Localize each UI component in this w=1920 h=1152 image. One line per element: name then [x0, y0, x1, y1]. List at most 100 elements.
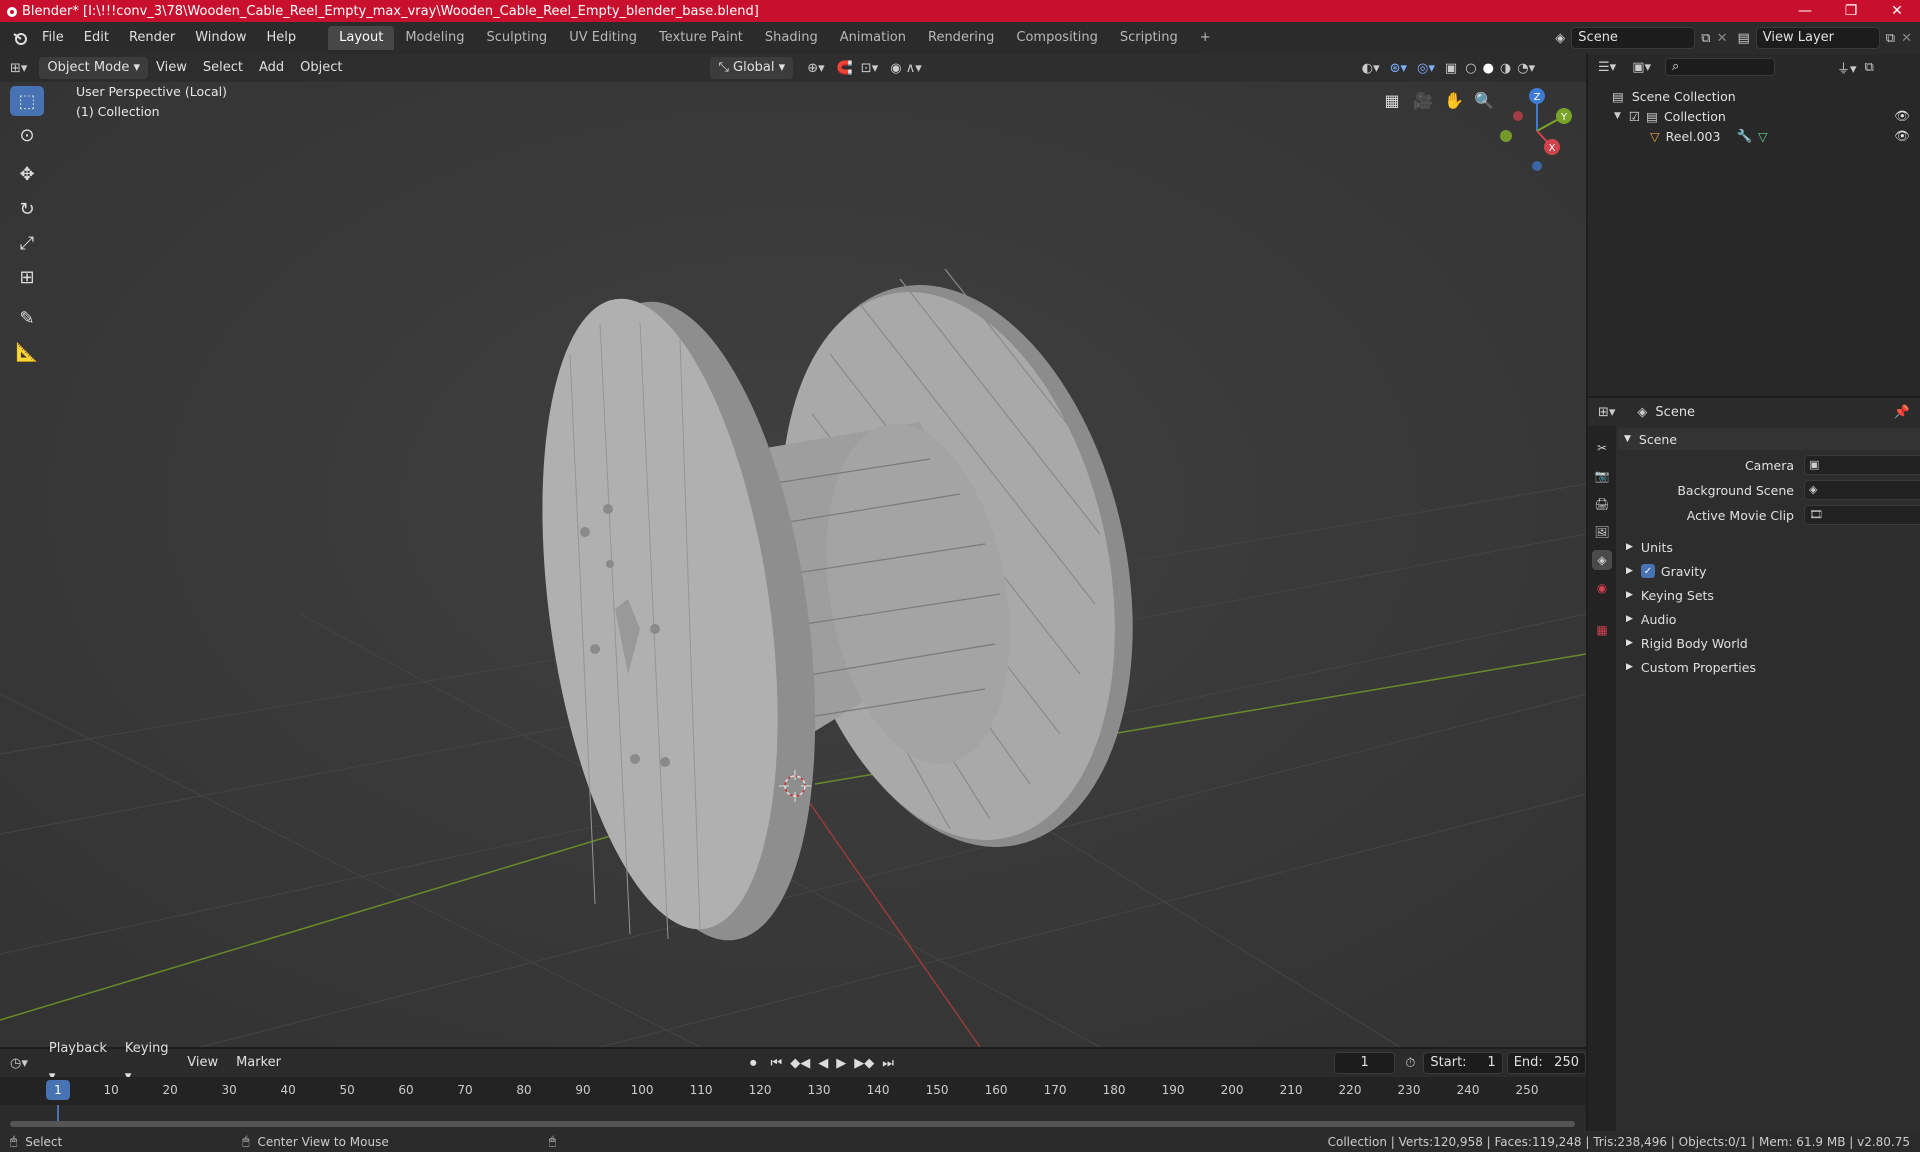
outliner-display-icon[interactable]: ▣▾: [1632, 60, 1651, 75]
gizmo-toggle-icon[interactable]: ⊛▾: [1390, 61, 1407, 76]
toggle-ortho-icon[interactable]: ▦: [1378, 86, 1406, 114]
units-section[interactable]: ▶ Units: [1618, 536, 1918, 558]
orientation-selector[interactable]: ⤡ Global ▾: [710, 57, 794, 79]
new-collection-icon[interactable]: ⧉: [1865, 60, 1874, 75]
pivot-icon[interactable]: ⊕▾: [807, 61, 824, 76]
rigid-body-world-section[interactable]: ▶ Rigid Body World: [1618, 632, 1918, 654]
tab-shading[interactable]: Shading: [754, 26, 829, 50]
view-layer-icon[interactable]: ▤: [1738, 31, 1750, 46]
delete-scene-icon[interactable]: ✕: [1717, 31, 1728, 46]
timeline-menu-view[interactable]: View: [178, 1049, 227, 1077]
stopwatch-icon[interactable]: ⏱: [1405, 1056, 1415, 1071]
viewport-menu-add[interactable]: Add: [251, 54, 292, 82]
viewport-scene[interactable]: [0, 54, 1586, 1047]
cursor-tool[interactable]: ⊙: [10, 120, 44, 150]
render-tab-icon[interactable]: 📷: [1592, 466, 1612, 486]
tab-rendering[interactable]: Rendering: [917, 26, 1005, 50]
menu-file[interactable]: File: [32, 22, 74, 54]
scene-field[interactable]: Scene: [1571, 27, 1696, 49]
texture-tab-icon[interactable]: ▦: [1592, 620, 1612, 640]
timeline-editor-icon[interactable]: ◷▾: [10, 1056, 28, 1071]
custom-properties-section[interactable]: ▶ Custom Properties: [1618, 656, 1918, 678]
viewport-menu-object[interactable]: Object: [292, 54, 350, 82]
expand-toggle-icon[interactable]: ▼: [1614, 111, 1621, 121]
mode-selector[interactable]: Object Mode ▾: [39, 57, 148, 79]
shading-solid-icon[interactable]: ●: [1483, 61, 1494, 76]
outliner-row-object[interactable]: ▽ Reel.003 🔧 ▽ 👁: [1588, 126, 1920, 146]
outliner-editor-icon[interactable]: ☰▾: [1598, 60, 1616, 75]
collection-checkbox-icon[interactable]: ☑: [1629, 109, 1640, 124]
gravity-section[interactable]: ▶ ✓ Gravity: [1618, 560, 1918, 582]
shading-wireframe-icon[interactable]: ○: [1465, 61, 1476, 76]
tab-compositing[interactable]: Compositing: [1005, 26, 1109, 50]
timeline-scrollbar[interactable]: [10, 1121, 1575, 1127]
tool-tab-icon[interactable]: ✂: [1592, 438, 1612, 458]
snap-icon[interactable]: 🧲: [837, 61, 853, 76]
jump-end-button[interactable]: ⏭: [882, 1056, 894, 1071]
snap-target-icon[interactable]: ⊡▾: [861, 61, 878, 76]
scene-panel-header[interactable]: ▼ Scene: [1618, 428, 1920, 450]
view-layer-field[interactable]: View Layer: [1755, 27, 1880, 49]
output-tab-icon[interactable]: 🖨: [1592, 494, 1612, 514]
record-button[interactable]: ⏺: [750, 1056, 757, 1071]
tab-modeling[interactable]: Modeling: [394, 26, 475, 50]
3d-viewport[interactable]: ⊞▾ Object Mode ▾ View Select Add Object …: [0, 54, 1586, 1047]
camera-view-icon[interactable]: 🎥: [1409, 86, 1437, 114]
viewport-menu-view[interactable]: View: [148, 54, 195, 82]
object-visibility-eye-icon[interactable]: 👁: [1894, 128, 1910, 144]
transform-tool[interactable]: ⊞: [10, 262, 44, 292]
add-workspace-button[interactable]: +: [1189, 26, 1222, 50]
next-keyframe-button[interactable]: ▶◆: [854, 1056, 874, 1071]
tab-uv-editing[interactable]: UV Editing: [558, 26, 648, 50]
mesh-data-icon[interactable]: ▽: [1758, 129, 1768, 144]
new-scene-icon[interactable]: ⧉: [1701, 31, 1710, 46]
movie-clip-field[interactable]: 🎞: [1804, 505, 1920, 525]
pan-view-icon[interactable]: ✋: [1440, 86, 1468, 114]
menu-render[interactable]: Render: [119, 22, 185, 54]
delete-view-layer-icon[interactable]: ✕: [1901, 31, 1912, 46]
audio-section[interactable]: ▶ Audio: [1618, 608, 1918, 630]
pin-icon[interactable]: 📌: [1894, 405, 1910, 420]
visibility-icon[interactable]: ◐▾: [1362, 61, 1380, 76]
frame-ruler[interactable]: 1 10 20 30 40 50 60 70 80 90 100 110 120 130 140 150 160…: [0, 1077, 1586, 1105]
xray-icon[interactable]: ▣: [1445, 61, 1457, 76]
current-frame-field[interactable]: 1: [1333, 1052, 1396, 1074]
tab-layout[interactable]: Layout: [328, 26, 395, 50]
minimize-button[interactable]: —: [1782, 0, 1828, 22]
end-frame-field[interactable]: End: 250: [1506, 1052, 1586, 1074]
collection-visibility-eye-icon[interactable]: 👁: [1894, 108, 1910, 124]
timeline-menu-marker[interactable]: Marker: [227, 1049, 290, 1077]
move-tool[interactable]: ✥: [10, 159, 44, 189]
editor-type-icon[interactable]: ⊞▾: [10, 61, 27, 76]
modifier-wrench-icon[interactable]: 🔧: [1736, 128, 1752, 144]
keying-sets-section[interactable]: ▶ Keying Sets: [1618, 584, 1918, 606]
jump-start-button[interactable]: ⏮: [771, 1056, 783, 1071]
scene-tab-icon[interactable]: ◈: [1592, 550, 1612, 570]
proportional-icon[interactable]: ◉ ∧▾: [890, 61, 922, 76]
maximize-button[interactable]: ❐: [1828, 0, 1874, 22]
world-tab-icon[interactable]: ◉: [1592, 578, 1612, 598]
select-box-tool[interactable]: ⬚: [10, 86, 44, 116]
rotate-tool[interactable]: ↻: [10, 194, 44, 224]
play-button[interactable]: ▶: [836, 1056, 846, 1071]
measure-tool[interactable]: 📐: [10, 337, 44, 367]
shading-rendered-icon[interactable]: ◔▾: [1517, 61, 1535, 76]
filter-icon[interactable]: ⏚▾: [1837, 58, 1857, 77]
background-scene-field[interactable]: ◈: [1804, 480, 1920, 500]
blender-menu-icon[interactable]: [12, 30, 28, 46]
play-reverse-button[interactable]: ◀: [818, 1056, 828, 1071]
outliner-row-scene-collection[interactable]: ▤ Scene Collection: [1588, 86, 1920, 106]
tab-sculpting[interactable]: Sculpting: [475, 26, 558, 50]
shading-material-icon[interactable]: ◑: [1500, 61, 1511, 76]
scene-icon[interactable]: ◈: [1555, 31, 1565, 46]
prev-keyframe-button[interactable]: ◆◀: [790, 1056, 810, 1071]
viewport-menu-select[interactable]: Select: [195, 54, 251, 82]
zoom-view-icon[interactable]: 🔍: [1470, 86, 1498, 114]
new-view-layer-icon[interactable]: ⧉: [1886, 31, 1895, 46]
gravity-checkbox-icon[interactable]: ✓: [1640, 564, 1655, 578]
camera-field[interactable]: ▣✎: [1804, 455, 1920, 475]
scale-tool[interactable]: ⤢: [10, 228, 44, 258]
tab-scripting[interactable]: Scripting: [1109, 26, 1189, 50]
menu-window[interactable]: Window: [185, 22, 256, 54]
outliner-search-input[interactable]: ⌕: [1665, 58, 1775, 76]
